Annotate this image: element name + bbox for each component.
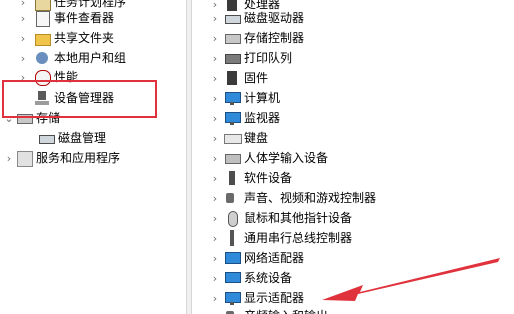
chevron-right-icon[interactable]: › xyxy=(210,88,220,108)
highlight-box xyxy=(2,80,157,118)
device-category-mice[interactable]: › 鼠标和其他指针设备 xyxy=(210,208,352,228)
computer-icon xyxy=(224,90,241,106)
device-category-software-devices[interactable]: › 软件设备 xyxy=(210,168,292,188)
device-category-label: 存储控制器 xyxy=(244,31,305,45)
device-category-network-adapters[interactable]: › 网络适配器 xyxy=(210,248,304,268)
hid-icon xyxy=(224,150,241,166)
tree-item-label: 事件查看器 xyxy=(54,11,115,25)
software-device-icon xyxy=(224,170,240,186)
device-category-label: 固件 xyxy=(244,71,269,85)
chevron-right-icon[interactable]: › xyxy=(210,8,220,28)
tree-item-services-apps[interactable]: › 服务和应用程序 xyxy=(4,148,120,168)
print-queue-icon xyxy=(224,50,241,66)
device-category-system-devices[interactable]: › 系统设备 xyxy=(210,268,292,288)
chevron-right-icon[interactable]: › xyxy=(210,108,220,128)
device-category-label: 声音、视频和游戏控制器 xyxy=(244,191,377,205)
chevron-right-icon[interactable]: › xyxy=(210,68,220,88)
device-category-label: 软件设备 xyxy=(244,171,293,185)
device-category-hid[interactable]: › 人体学输入设备 xyxy=(210,148,328,168)
tree-item-disk-management[interactable]: 磁盘管理 xyxy=(32,128,106,148)
display-adapter-icon xyxy=(224,290,241,306)
device-category-label: 音频输入和输出 xyxy=(244,306,328,314)
chevron-right-icon[interactable]: › xyxy=(210,288,220,308)
device-category-print-queues[interactable]: › 打印队列 xyxy=(210,48,292,68)
system-device-icon xyxy=(224,270,241,286)
device-category-audio-io[interactable]: › 音频输入和输出 xyxy=(210,306,328,314)
chevron-right-icon[interactable]: › xyxy=(210,248,220,268)
tree-item-shared-folders[interactable]: › 共享文件夹 xyxy=(18,28,114,48)
shared-folders-icon xyxy=(34,30,51,46)
device-category-label: 计算机 xyxy=(244,91,281,105)
tree-item-local-users[interactable]: › 本地用户和组 xyxy=(18,48,126,68)
monitor-icon xyxy=(224,110,241,126)
tree-item-label: 磁盘管理 xyxy=(58,131,107,145)
device-category-usb[interactable]: › 通用串行总线控制器 xyxy=(210,228,352,248)
device-category-display-adapters[interactable]: › 显示适配器 xyxy=(210,288,304,308)
device-category-label: 监视器 xyxy=(244,111,281,125)
event-viewer-icon xyxy=(34,10,50,27)
chevron-right-icon[interactable]: › xyxy=(210,208,220,228)
right-tree-pane: › 处理器 › 磁盘驱动器 › 存储控制器 › 打印队列 › 固件 › 计算机 … xyxy=(194,0,514,314)
storage-controller-icon xyxy=(224,30,241,46)
usb-icon xyxy=(224,230,240,246)
device-category-firmware[interactable]: › 固件 xyxy=(210,68,268,88)
device-category-label: 打印队列 xyxy=(244,51,293,65)
device-category-label: 人体学输入设备 xyxy=(244,151,329,165)
device-category-label: 网络适配器 xyxy=(244,251,305,265)
device-category-label: 通用串行总线控制器 xyxy=(244,231,353,245)
firmware-icon xyxy=(224,70,240,86)
pane-splitter[interactable] xyxy=(186,0,192,314)
device-category-computer[interactable]: › 计算机 xyxy=(210,88,280,108)
disk-management-icon xyxy=(38,130,55,146)
chevron-right-icon[interactable]: › xyxy=(210,48,220,68)
chevron-right-icon[interactable]: › xyxy=(18,48,28,68)
chevron-right-icon[interactable]: › xyxy=(210,228,220,248)
device-category-label: 磁盘驱动器 xyxy=(244,11,305,25)
services-icon xyxy=(16,150,33,167)
chevron-right-icon[interactable]: › xyxy=(210,28,220,48)
device-category-label: 鼠标和其他指针设备 xyxy=(244,211,353,225)
tree-item-event-viewer[interactable]: › 事件查看器 xyxy=(18,8,114,28)
device-category-storage-controllers[interactable]: › 存储控制器 xyxy=(210,28,304,48)
device-category-label: 系统设备 xyxy=(244,271,293,285)
chevron-right-icon[interactable]: › xyxy=(210,168,220,188)
device-category-keyboards[interactable]: › 键盘 xyxy=(210,128,268,148)
audio-io-icon xyxy=(224,308,240,314)
tree-item-label: 共享文件夹 xyxy=(54,31,115,45)
chevron-right-icon[interactable]: › xyxy=(18,8,28,28)
device-category-label: 显示适配器 xyxy=(244,291,305,305)
chevron-right-icon[interactable]: › xyxy=(210,188,220,208)
chevron-right-icon[interactable]: › xyxy=(210,306,220,314)
tree-item-label: 本地用户和组 xyxy=(54,51,127,65)
tree-item-label: 服务和应用程序 xyxy=(36,151,121,165)
local-users-icon xyxy=(34,50,50,66)
sound-icon xyxy=(224,190,240,206)
chevron-right-icon[interactable]: › xyxy=(210,268,220,288)
device-category-disk-drives[interactable]: › 磁盘驱动器 xyxy=(210,8,304,28)
chevron-right-icon[interactable]: › xyxy=(4,148,14,168)
chevron-right-icon[interactable]: › xyxy=(18,28,28,48)
disk-drive-icon xyxy=(224,10,241,26)
keyboard-icon xyxy=(224,130,242,146)
left-tree-pane: › 任务计划程序 › 事件查看器 › 共享文件夹 › 本地用户和组 › 性能 设… xyxy=(0,0,185,314)
device-category-sound[interactable]: › 声音、视频和游戏控制器 xyxy=(210,188,376,208)
chevron-right-icon[interactable]: › xyxy=(210,148,220,168)
device-category-label: 键盘 xyxy=(244,131,269,145)
mouse-icon xyxy=(224,210,240,227)
device-category-monitors[interactable]: › 监视器 xyxy=(210,108,280,128)
network-adapter-icon xyxy=(224,250,241,266)
chevron-right-icon[interactable]: › xyxy=(210,128,220,148)
